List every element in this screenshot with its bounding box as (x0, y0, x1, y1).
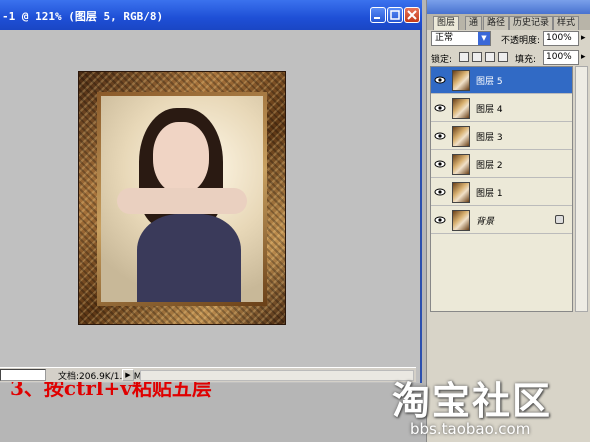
minimize-button[interactable] (370, 7, 386, 23)
framed-photo[interactable] (78, 71, 286, 325)
close-button[interactable] (404, 7, 420, 23)
layer-row-4[interactable]: 图层 4 (431, 95, 572, 122)
document-title-bar[interactable]: -1 @ 121% (图层 5, RGB/8) (0, 0, 422, 30)
tab-layers[interactable]: 图层 (433, 16, 460, 30)
status-menu-arrow[interactable]: ▶ (122, 369, 134, 381)
lock-transparency-icon[interactable] (459, 52, 469, 62)
opacity-field[interactable]: 100% (543, 31, 579, 46)
layers-scrollbar[interactable] (575, 66, 588, 312)
tab-channels[interactable]: 通 (465, 16, 483, 30)
maximize-icon (390, 10, 400, 20)
blend-row: 正常 ▼ 不透明度: 100% ▸ (431, 31, 587, 47)
layer-name: 图层 4 (476, 105, 503, 115)
panel-tabs: 图层 通 路径 历史记录 样式 (427, 14, 590, 30)
layer-row-2[interactable]: 图层 2 (431, 151, 572, 178)
photo-face (153, 122, 209, 194)
document-window: -1 @ 121% (图层 5, RGB/8) 3、按ctrl+v粘贴五层 文档… (0, 0, 422, 400)
eye-icon[interactable] (434, 75, 446, 85)
photo-arms (117, 188, 247, 214)
maximize-button[interactable] (387, 7, 403, 23)
document-title: -1 @ 121% (图层 5, RGB/8) (2, 10, 164, 23)
minimize-icon (374, 17, 380, 19)
layer-row-background[interactable]: 背景 (431, 207, 572, 234)
layer-thumbnail (452, 154, 470, 175)
lock-brush-icon[interactable] (472, 52, 482, 62)
layer-name: 图层 3 (476, 133, 503, 143)
fill-arrow-icon[interactable]: ▸ (581, 52, 586, 62)
layer-name: 背景 (476, 217, 495, 227)
watermark: 淘宝社区 bbs.taobao.com (392, 370, 590, 442)
layer-name: 图层 5 (476, 77, 503, 87)
layer-name: 图层 2 (476, 161, 503, 171)
eye-icon[interactable] (434, 215, 446, 225)
close-icon (407, 10, 417, 20)
layer-thumbnail (452, 182, 470, 203)
layer-row-5[interactable]: 图层 5 (431, 67, 572, 94)
horizontal-scrollbar[interactable] (140, 370, 414, 381)
tab-paths[interactable]: 路径 (483, 16, 510, 30)
layers-list: 图层 5 图层 4 图层 3 图层 2 图层 1 背景 (430, 66, 573, 312)
lock-label: 锁定: (431, 55, 453, 65)
blend-mode-value: 正常 (435, 33, 454, 43)
layer-row-1[interactable]: 图层 1 (431, 179, 572, 206)
layer-row-3[interactable]: 图层 3 (431, 123, 572, 150)
layer-thumbnail (452, 70, 470, 91)
status-bar: 文档:206.9K/1.55M ▶ (0, 367, 416, 382)
lock-all-icon[interactable] (498, 52, 508, 62)
canvas-area[interactable]: 3、按ctrl+v粘贴五层 (0, 30, 416, 400)
watermark-url: bbs.taobao.com (410, 420, 531, 438)
fill-label: 填充: (515, 55, 537, 65)
blend-mode-select[interactable]: 正常 ▼ (431, 31, 491, 46)
lock-icon (555, 215, 564, 224)
chevron-down-icon: ▼ (478, 32, 490, 45)
tab-history[interactable]: 历史记录 (509, 16, 554, 30)
lock-move-icon[interactable] (485, 52, 495, 62)
layer-thumbnail (452, 98, 470, 119)
eye-icon[interactable] (434, 131, 446, 141)
lock-row: 锁定: 填充: 100% ▸ (431, 50, 587, 66)
layer-name: 图层 1 (476, 189, 503, 199)
opacity-arrow-icon[interactable]: ▸ (581, 33, 586, 43)
watermark-logo: 淘宝社区 (392, 379, 553, 423)
eye-icon[interactable] (434, 159, 446, 169)
photo-top (137, 214, 241, 302)
layer-thumbnail (452, 210, 470, 231)
eye-icon[interactable] (434, 187, 446, 197)
opacity-label: 不透明度: (501, 36, 541, 46)
frame-inner (97, 92, 267, 306)
portrait-photo (101, 96, 263, 302)
layer-thumbnail (452, 126, 470, 147)
panel-title-bar[interactable] (427, 0, 590, 14)
fill-field[interactable]: 100% (543, 50, 579, 65)
eye-icon[interactable] (434, 103, 446, 113)
tab-styles[interactable]: 样式 (553, 16, 580, 30)
zoom-field[interactable] (0, 369, 46, 381)
